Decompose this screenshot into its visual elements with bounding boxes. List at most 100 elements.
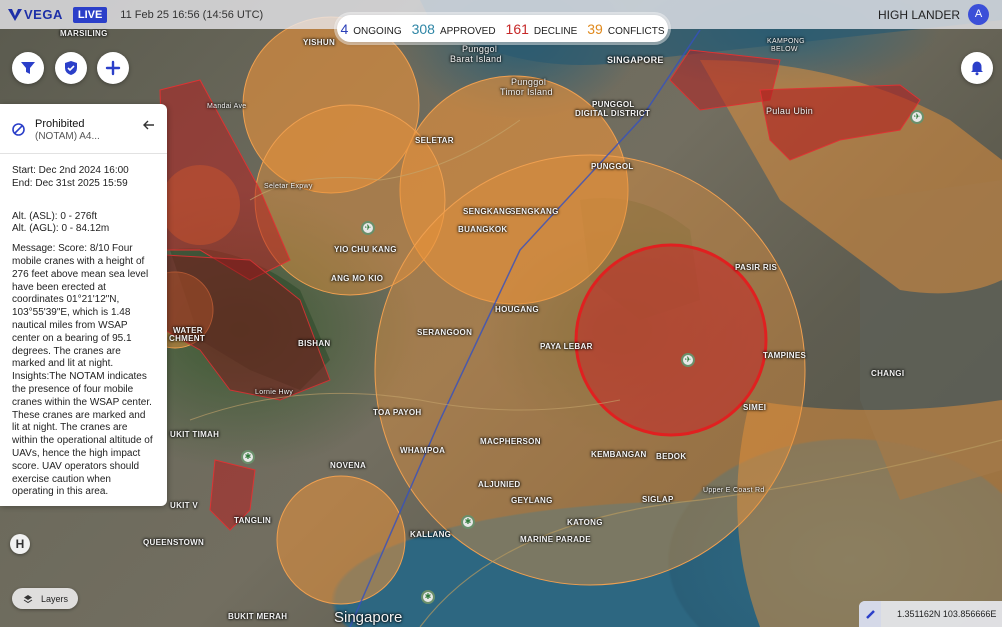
approved-zone[interactable] [276, 475, 406, 605]
approved-zone[interactable] [737, 400, 1002, 627]
stat-decline[interactable]: 161 DECLINE [506, 21, 578, 37]
map-label: TOA PAYOH [373, 408, 422, 417]
stat-label: CONFLICTS [607, 25, 665, 37]
app-logo[interactable]: VEGA [8, 7, 63, 22]
map-label: SIGLAP [642, 495, 674, 504]
panel-header: Prohibited (NOTAM) A4... [0, 104, 167, 154]
map-label: BUKIT MERAH [228, 612, 288, 621]
end-time: End: Dec 31st 2025 15:59 [12, 177, 128, 189]
ruler-button[interactable] [859, 601, 881, 627]
start-time: Start: Dec 2nd 2024 16:00 [12, 165, 129, 176]
map-label: HOUGANG [495, 305, 539, 314]
map-label: Barat Island [450, 54, 502, 64]
map-label: Timor Island [500, 87, 553, 97]
layers-label: Layers [41, 593, 69, 604]
helipad-marker[interactable]: ✱ [421, 590, 435, 604]
helipad-marker[interactable]: ✱ [241, 450, 255, 464]
map-label: Pulau Ubin [766, 106, 814, 116]
current-datetime: 11 Feb 25 16:56 (14:56 UTC) [120, 8, 264, 21]
app-name: VEGA [24, 7, 63, 22]
map-label: TAMPINES [763, 351, 807, 360]
selected-prohibited-zone[interactable] [574, 243, 768, 437]
altitude-agl: Alt. (AGL): 0 - 84.12m [12, 223, 110, 235]
drone-marker[interactable]: ✈ [910, 110, 924, 124]
drone-marker[interactable]: ✈ [361, 221, 375, 235]
stat-count: 161 [505, 20, 529, 37]
map-label: Seletar Expwy [264, 183, 313, 190]
map-label: PAYA LEBAR [540, 342, 593, 351]
map-label: SIMEI [743, 403, 767, 412]
map-label: MARSILING [60, 29, 108, 38]
map-label: SELETAR [415, 136, 454, 145]
stat-label: ONGOING [353, 25, 402, 37]
map-label: CHANGI [871, 369, 905, 378]
map-label: SENGKANG [463, 207, 512, 216]
map-label: KAMPONG [767, 38, 805, 45]
live-badge: LIVE [72, 6, 108, 23]
map-label: YISHUN [303, 38, 336, 47]
stat-count: 308 [411, 20, 435, 37]
map-label: DIGITAL DISTRICT [575, 109, 651, 118]
layers-button[interactable]: Layers [12, 588, 78, 609]
map-label: Upper E Coast Rd [703, 487, 765, 494]
add-button[interactable] [97, 52, 129, 84]
filter-button[interactable] [12, 52, 44, 84]
panel-body: Start: Dec 2nd 2024 16:00 End: Dec 31st … [0, 154, 167, 499]
map-label: BISHAN [298, 339, 331, 348]
zone-reference: (NOTAM) A4... [35, 131, 100, 142]
home-button[interactable]: H [10, 534, 30, 554]
map-label: ANG MO KIO [331, 274, 384, 283]
stat-ongoing[interactable]: 4 ONGOING [340, 21, 401, 37]
stat-label: DECLINE [533, 25, 578, 37]
map-label: MARINE PARADE [520, 535, 591, 544]
stat-label: APPROVED [439, 25, 496, 37]
map-label: KALLANG [410, 530, 452, 539]
map-label: Punggol [462, 44, 498, 54]
map-label: YIO CHU KANG [334, 245, 397, 254]
zone-type-title: Prohibited [35, 118, 85, 130]
filter-icon [21, 62, 35, 74]
map-label: MACPHERSON [480, 437, 541, 446]
map-label: BUANGKOK [458, 225, 508, 234]
map-label: Mandai Ave [207, 103, 247, 110]
back-arrow-icon[interactable] [142, 118, 156, 132]
map-label: SERANGOON [417, 328, 473, 337]
map-label: SENGKANG [510, 207, 559, 216]
stat-conflicts[interactable]: 39 CONFLICTS [587, 21, 664, 37]
map-label: NOVENA [330, 461, 367, 470]
map-label: UKIT TIMAH [170, 430, 220, 439]
flight-stats-bar: 4 ONGOING 308 APPROVED 161 DECLINE 39 CO… [337, 15, 668, 42]
notifications-button[interactable] [961, 52, 993, 84]
map-label: UKIT V [170, 501, 199, 510]
verify-button[interactable] [55, 52, 87, 84]
map-label: TANGLIN [234, 516, 272, 525]
vega-logo-icon [8, 8, 22, 21]
map-label: KATONG [567, 518, 603, 527]
avatar[interactable]: A [968, 4, 989, 25]
layers-icon [23, 594, 33, 603]
coordinate-readout: 1.351162N 103.856666E [859, 601, 1002, 627]
ruler-icon [865, 609, 875, 619]
shield-check-icon [65, 61, 77, 75]
altitude-asl: Alt. (ASL): 0 - 276ft [12, 210, 98, 222]
helipad-marker[interactable]: ✱ [461, 515, 475, 529]
map-label: Lornie Hwy [255, 389, 294, 396]
map-label: WHAMPOA [400, 446, 446, 455]
stat-approved[interactable]: 308 APPROVED [412, 21, 496, 37]
plus-icon [105, 60, 121, 76]
map-label: BEDOK [656, 452, 687, 461]
map-label: BELOW [771, 46, 798, 53]
drone-marker[interactable]: ✈ [681, 353, 695, 367]
map-label: PASIR RIS [735, 263, 778, 272]
map-label: GEYLANG [511, 496, 553, 505]
map-label: CHMENT [169, 334, 206, 343]
user-name[interactable]: HIGH LANDER [878, 8, 960, 22]
map-label: QUEENSTOWN [143, 538, 205, 547]
map-label: SINGAPORE [607, 55, 664, 65]
stat-count: 39 [587, 20, 603, 37]
prohibited-icon [12, 123, 25, 136]
notam-message: Message: Score: 8/10 Four mobile cranes … [12, 243, 153, 498]
map-label: KEMBANGAN [591, 450, 647, 459]
map-label: PUNGGOL [592, 100, 635, 109]
map-label: Singapore [334, 609, 403, 626]
